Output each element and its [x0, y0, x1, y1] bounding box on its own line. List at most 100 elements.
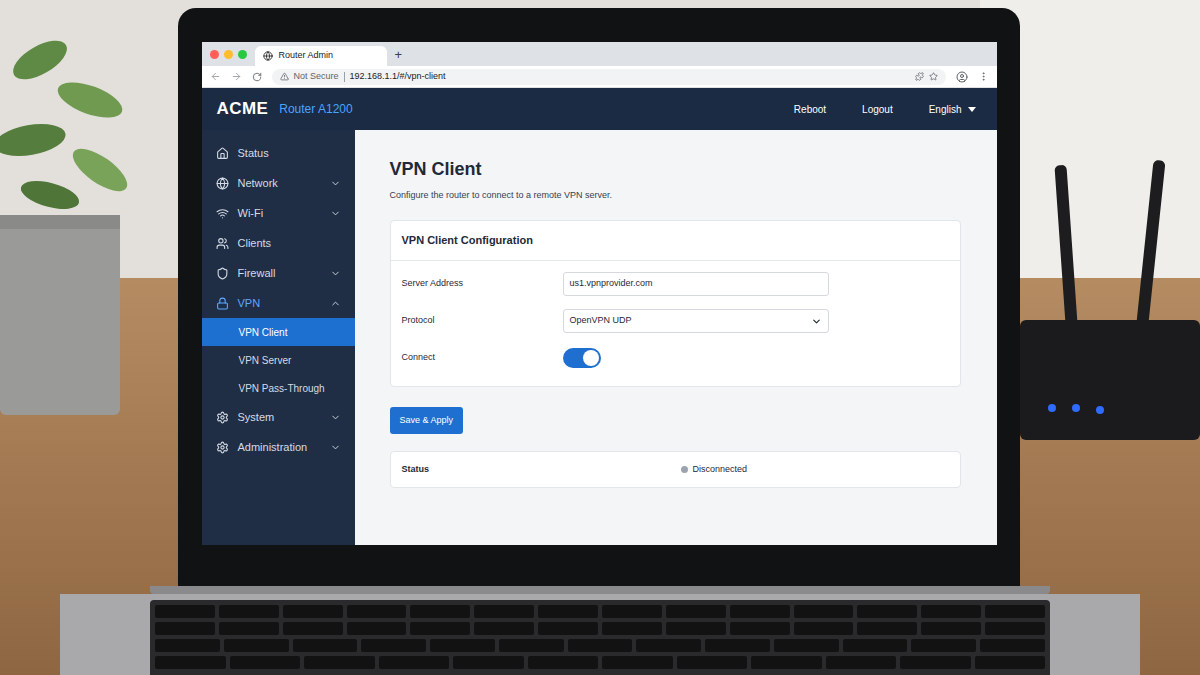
- profile-icon[interactable]: [956, 71, 968, 83]
- sidebar-item[interactable]: System: [202, 402, 355, 432]
- button-row: Save & Apply: [390, 407, 961, 435]
- status-dot: [681, 466, 688, 473]
- browser-tab[interactable]: Router Admin: [255, 46, 387, 66]
- key[interactable]: [636, 639, 701, 652]
- key[interactable]: [499, 639, 564, 652]
- field-label: Protocol: [402, 314, 563, 328]
- key[interactable]: [430, 639, 495, 652]
- key[interactable]: [985, 605, 1045, 618]
- key[interactable]: [985, 622, 1045, 635]
- forward-icon[interactable]: [231, 71, 242, 82]
- key[interactable]: [283, 622, 343, 635]
- key[interactable]: [304, 656, 375, 669]
- key[interactable]: [602, 622, 662, 635]
- key[interactable]: [410, 622, 470, 635]
- key[interactable]: [857, 605, 917, 618]
- key[interactable]: [602, 605, 662, 618]
- key[interactable]: [602, 656, 673, 669]
- save-button[interactable]: Save & Apply: [390, 407, 464, 435]
- key[interactable]: [474, 622, 534, 635]
- sidebar-item[interactable]: VPN: [202, 288, 355, 318]
- key[interactable]: [224, 639, 289, 652]
- menu-icon[interactable]: [978, 71, 989, 82]
- laptop-hinge: [150, 586, 1050, 594]
- key[interactable]: [730, 622, 790, 635]
- key[interactable]: [921, 605, 981, 618]
- gear-icon: [216, 441, 229, 454]
- key[interactable]: [219, 605, 279, 618]
- card-title: VPN Client Configuration: [391, 221, 960, 261]
- key[interactable]: [677, 656, 748, 669]
- key[interactable]: [379, 656, 450, 669]
- back-icon[interactable]: [210, 71, 221, 82]
- connect-toggle[interactable]: [563, 348, 601, 368]
- sidebar-item[interactable]: Wi-Fi: [202, 198, 355, 228]
- key[interactable]: [666, 622, 726, 635]
- protocol-select[interactable]: OpenVPN UDP: [563, 309, 829, 333]
- key[interactable]: [410, 605, 470, 618]
- key[interactable]: [283, 605, 343, 618]
- key[interactable]: [293, 639, 358, 652]
- key[interactable]: [794, 605, 854, 618]
- key[interactable]: [155, 622, 215, 635]
- reload-icon[interactable]: [252, 72, 262, 82]
- key-row: [155, 622, 1045, 635]
- key[interactable]: [347, 605, 407, 618]
- star-icon[interactable]: [929, 72, 938, 81]
- close-dot[interactable]: [210, 50, 219, 59]
- sidebar-item[interactable]: Firewall: [202, 258, 355, 288]
- extension-icon[interactable]: [915, 72, 924, 81]
- key[interactable]: [911, 639, 976, 652]
- maximize-dot[interactable]: [238, 50, 247, 59]
- language-select[interactable]: English: [929, 102, 976, 117]
- key[interactable]: [751, 656, 822, 669]
- new-tab-button[interactable]: +: [395, 44, 403, 66]
- key[interactable]: [155, 639, 220, 652]
- sidebar-label: Wi-Fi: [238, 205, 321, 222]
- url-field[interactable]: Not Secure192.168.1.1/#/vpn-client: [272, 69, 946, 85]
- key[interactable]: [900, 656, 971, 669]
- key[interactable]: [230, 656, 301, 669]
- sidebar-item[interactable]: Status: [202, 138, 355, 168]
- key[interactable]: [453, 656, 524, 669]
- field-label: Server Address: [402, 277, 563, 291]
- chevron-down-icon: [330, 412, 341, 423]
- key[interactable]: [666, 605, 726, 618]
- key[interactable]: [826, 656, 897, 669]
- sidebar-label: System: [238, 409, 321, 426]
- sidebar-subitem[interactable]: VPN Server: [202, 346, 355, 374]
- key[interactable]: [705, 639, 770, 652]
- key[interactable]: [980, 639, 1045, 652]
- status-label: Status: [402, 463, 681, 477]
- key[interactable]: [794, 622, 854, 635]
- chevron-down-icon: [330, 178, 341, 189]
- key[interactable]: [528, 656, 599, 669]
- key[interactable]: [219, 622, 279, 635]
- sidebar-subitem[interactable]: VPN Client: [202, 318, 355, 346]
- key[interactable]: [361, 639, 426, 652]
- key[interactable]: [568, 639, 633, 652]
- sidebar-item[interactable]: Administration: [202, 432, 355, 462]
- sidebar-item[interactable]: Network: [202, 168, 355, 198]
- key[interactable]: [155, 656, 226, 669]
- sidebar-subitem[interactable]: VPN Pass-Through: [202, 374, 355, 402]
- sidebar-group: VPNVPN ClientVPN ServerVPN Pass-Through: [202, 288, 355, 402]
- key[interactable]: [155, 605, 215, 618]
- key[interactable]: [843, 639, 908, 652]
- sidebar-item[interactable]: Clients: [202, 228, 355, 258]
- chevron-down-icon: [330, 208, 341, 219]
- key[interactable]: [538, 605, 598, 618]
- header-action[interactable]: Logout: [862, 102, 893, 117]
- minimize-dot[interactable]: [224, 50, 233, 59]
- key[interactable]: [774, 639, 839, 652]
- key[interactable]: [857, 622, 917, 635]
- key[interactable]: [347, 622, 407, 635]
- header-action[interactable]: Reboot: [794, 102, 826, 117]
- key[interactable]: [921, 622, 981, 635]
- server-address-input[interactable]: us1.vpnprovider.com: [563, 272, 829, 296]
- key[interactable]: [538, 622, 598, 635]
- key[interactable]: [975, 656, 1046, 669]
- key[interactable]: [730, 605, 790, 618]
- key[interactable]: [474, 605, 534, 618]
- home-icon: [216, 147, 229, 160]
